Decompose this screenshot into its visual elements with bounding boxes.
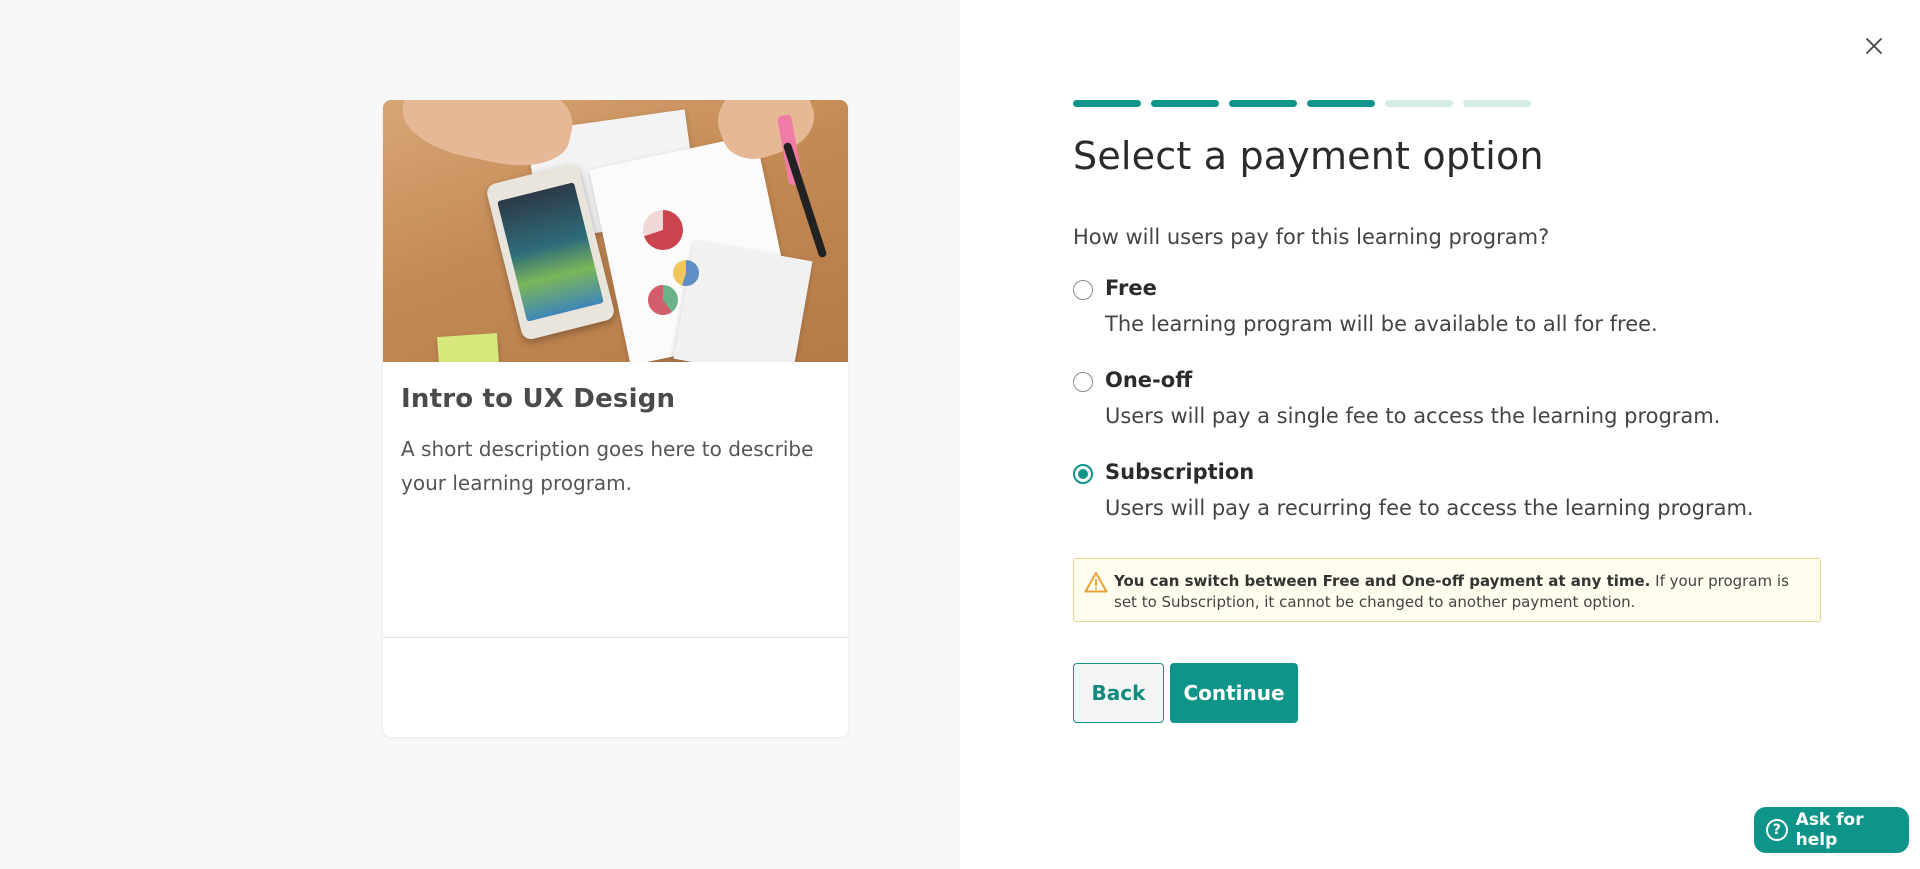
payment-warning-alert: You can switch between Free and One-off … xyxy=(1073,558,1821,622)
progress-step-pending xyxy=(1385,100,1453,107)
back-button[interactable]: Back xyxy=(1073,663,1164,723)
radio-subscription[interactable] xyxy=(1073,464,1093,484)
warning-icon xyxy=(1084,572,1108,593)
close-button[interactable] xyxy=(1862,34,1886,58)
progress-step-complete xyxy=(1229,100,1297,107)
radio-free[interactable] xyxy=(1073,280,1093,300)
progress-step-complete xyxy=(1073,100,1141,107)
program-image xyxy=(383,100,848,362)
alert-text: You can switch between Free and One-off … xyxy=(1114,571,1790,613)
page-title: Select a payment option xyxy=(1073,134,1544,178)
close-icon xyxy=(1866,38,1882,54)
option-label[interactable]: One-off xyxy=(1105,368,1192,392)
card-title: Intro to UX Design xyxy=(401,384,676,414)
progress-step-complete xyxy=(1307,100,1375,107)
step-progress xyxy=(1073,100,1531,107)
card-description: A short description goes here to describ… xyxy=(401,437,814,495)
help-label: Ask for help xyxy=(1795,810,1864,850)
alert-bold-text: You can switch between Free and One-off … xyxy=(1114,572,1651,590)
preview-pane: Intro to UX Design A short description g… xyxy=(0,0,960,869)
option-label[interactable]: Subscription xyxy=(1105,460,1254,484)
option-description: Users will pay a recurring fee to access… xyxy=(1105,496,1754,520)
continue-button[interactable]: Continue xyxy=(1170,663,1298,723)
program-card: Intro to UX Design A short description g… xyxy=(383,100,848,737)
payment-question: How will users pay for this learning pro… xyxy=(1073,225,1550,249)
progress-step-pending xyxy=(1463,100,1531,107)
ask-for-help-button[interactable]: ? Ask for help xyxy=(1754,807,1909,853)
radio-one-off[interactable] xyxy=(1073,372,1093,392)
question-circle-icon: ? xyxy=(1766,819,1788,841)
wizard-pane xyxy=(960,0,1920,869)
option-description: Users will pay a single fee to access th… xyxy=(1105,404,1721,428)
progress-step-complete xyxy=(1151,100,1219,107)
option-label[interactable]: Free xyxy=(1105,276,1157,300)
card-body: Intro to UX Design A short description g… xyxy=(383,362,848,638)
option-description: The learning program will be available t… xyxy=(1105,312,1658,336)
